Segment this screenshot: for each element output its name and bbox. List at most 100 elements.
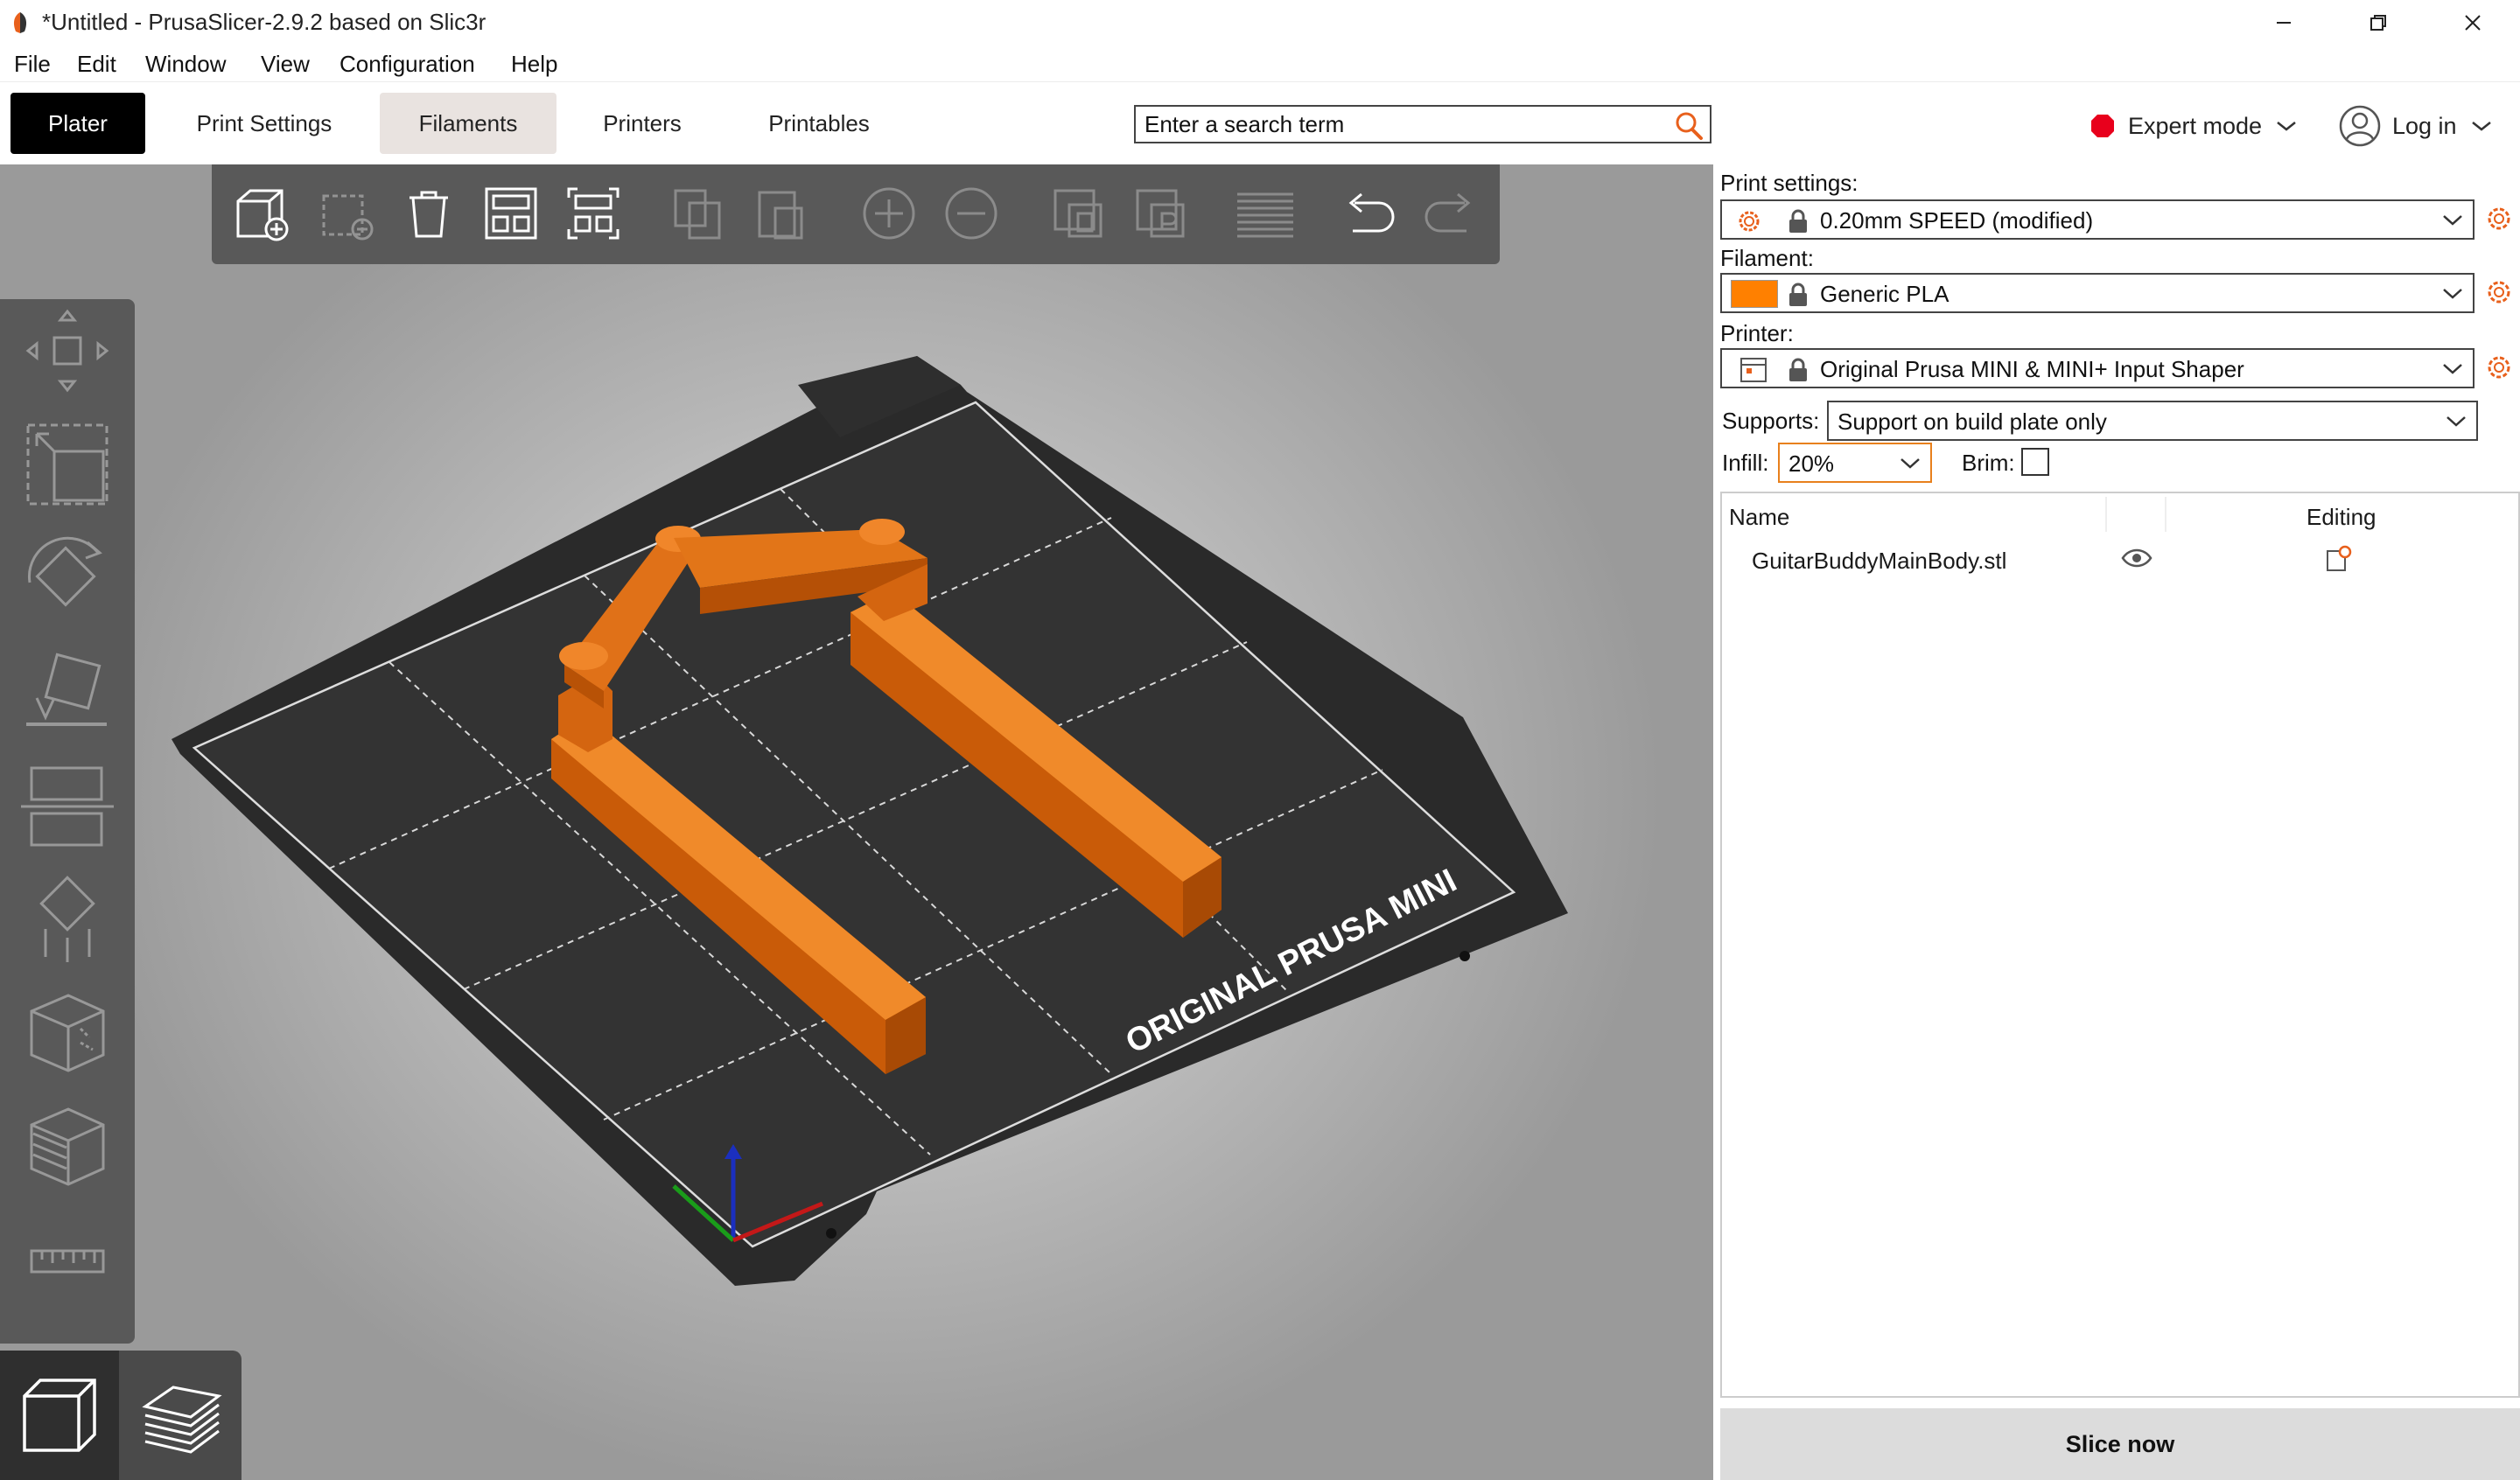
lock-icon	[1789, 209, 1807, 233]
add-instance-icon	[863, 187, 915, 240]
menu-configuration[interactable]: Configuration	[336, 51, 479, 78]
login-button[interactable]: Log in	[2338, 105, 2494, 147]
copy-icon	[674, 189, 721, 240]
delete-all-icon	[410, 191, 448, 238]
add-button[interactable]	[231, 182, 294, 245]
add-object-icon	[236, 189, 289, 241]
mode-selector[interactable]: Expert mode	[2090, 105, 2299, 147]
print-settings-label: Print settings:	[1720, 170, 1858, 196]
tab-plater[interactable]: Plater	[10, 93, 145, 154]
supports-label: Supports:	[1722, 408, 1820, 434]
delete-button[interactable]	[315, 182, 378, 245]
tab-printers[interactable]: Printers	[578, 93, 707, 154]
seam-paint-tool[interactable]	[19, 985, 116, 1081]
close-icon	[2465, 15, 2481, 31]
remove-instance-icon	[945, 187, 998, 240]
scale-icon	[26, 423, 108, 506]
arrange-selection-icon	[567, 187, 620, 240]
gear-icon[interactable]	[2483, 203, 2515, 234]
left-toolbar	[0, 299, 135, 1344]
menu-file[interactable]: File	[10, 51, 54, 78]
edit-settings-icon[interactable]	[2324, 544, 2354, 574]
measure-tool[interactable]	[19, 1212, 116, 1309]
print-bed[interactable]: ORIGINAL PRUSA MINI	[172, 356, 1568, 1286]
arrange-button[interactable]	[480, 182, 542, 245]
move-icon	[25, 309, 109, 393]
3d-view-icon	[23, 1379, 96, 1452]
eye-icon[interactable]	[2121, 546, 2152, 570]
add-instance-button[interactable]	[858, 182, 920, 245]
printer-value: Original Prusa MINI & MINI+ Input Shaper	[1820, 356, 2244, 382]
restore-icon	[2370, 15, 2386, 31]
3d-view-button[interactable]	[0, 1351, 119, 1480]
layers-editing-button[interactable]	[1234, 182, 1297, 245]
supports-paint-icon	[39, 876, 95, 962]
gear-icon[interactable]	[2483, 276, 2515, 308]
cut-icon	[21, 766, 114, 847]
arrange-icon	[485, 187, 537, 240]
expert-mode-icon	[2091, 115, 2114, 137]
tab-filaments[interactable]: Filaments	[380, 93, 556, 154]
supports-combo[interactable]: Support on build plate only	[1827, 401, 2478, 441]
preview-button[interactable]	[122, 1351, 242, 1480]
close-button[interactable]	[2429, 0, 2516, 45]
filament-color-swatch[interactable]	[1731, 280, 1778, 308]
restore-button[interactable]	[2334, 0, 2422, 45]
infill-value: 20%	[1788, 450, 1835, 477]
remove-instance-button[interactable]	[940, 182, 1003, 245]
seam-paint-icon	[30, 994, 105, 1072]
place-on-face-tool[interactable]	[19, 644, 116, 740]
menu-window[interactable]: Window	[142, 51, 229, 78]
scale-tool[interactable]	[19, 416, 116, 513]
3d-scene[interactable]: ORIGINAL PRUSA MINI	[0, 164, 1713, 1480]
search-input[interactable]	[1144, 110, 1652, 138]
search-box[interactable]	[1134, 105, 1712, 143]
print-settings-value: 0.20mm SPEED (modified)	[1820, 207, 2094, 234]
tab-print-settings[interactable]: Print Settings	[168, 93, 360, 154]
minimize-button[interactable]	[2240, 0, 2328, 45]
paste-button[interactable]	[749, 182, 812, 245]
rotate-tool[interactable]	[19, 530, 116, 626]
menu-bar: File Edit Window View Configuration Help	[0, 45, 2520, 82]
slice-now-button[interactable]: Slice now	[1720, 1408, 2520, 1480]
split-parts-button[interactable]	[1129, 182, 1192, 245]
infill-label: Infill:	[1722, 450, 1769, 476]
fuzzy-skin-tool[interactable]	[19, 1099, 116, 1195]
delete-icon	[322, 194, 374, 241]
print-settings-combo[interactable]: 0.20mm SPEED (modified)	[1720, 199, 2474, 240]
table-row[interactable]: GuitarBuddyMainBody.stl	[1722, 539, 2518, 581]
search-icon[interactable]	[1673, 110, 1704, 142]
column-header-name[interactable]: Name	[1729, 504, 1789, 531]
menu-edit[interactable]: Edit	[74, 51, 120, 78]
undo-icon	[1348, 192, 1395, 233]
split-objects-button[interactable]	[1046, 182, 1110, 245]
title-bar: *Untitled - PrusaSlicer-2.9.2 based on S…	[0, 0, 2520, 45]
supports-paint-tool[interactable]	[19, 871, 116, 967]
infill-combo[interactable]: 20%	[1778, 443, 1932, 483]
chevron-down-icon	[2277, 122, 2296, 131]
preview-layers-icon	[142, 1386, 222, 1454]
menu-help[interactable]: Help	[508, 51, 561, 78]
system-preset-icon	[1739, 211, 1760, 232]
fuzzy-skin-icon	[30, 1107, 105, 1186]
redo-button[interactable]	[1419, 182, 1482, 245]
delete-all-button[interactable]	[397, 182, 460, 245]
paste-icon	[758, 191, 803, 240]
filament-combo[interactable]: Generic PLA	[1720, 273, 2474, 313]
view-switch	[0, 1351, 242, 1480]
lock-icon	[1789, 283, 1807, 306]
move-tool[interactable]	[19, 303, 116, 399]
printer-combo[interactable]: Original Prusa MINI & MINI+ Input Shaper	[1720, 348, 2474, 388]
column-header-editing[interactable]: Editing	[2306, 504, 2376, 531]
brim-checkbox[interactable]	[2021, 448, 2049, 476]
arrange-selection-button[interactable]	[562, 182, 625, 245]
gear-icon[interactable]	[2483, 352, 2515, 383]
undo-button[interactable]	[1337, 182, 1400, 245]
brim-label: Brim:	[1962, 450, 2015, 476]
tab-printables[interactable]: Printables	[747, 93, 891, 154]
menu-view[interactable]: View	[257, 51, 313, 78]
cut-tool[interactable]	[19, 757, 116, 854]
copy-button[interactable]	[667, 182, 730, 245]
printer-label: Printer:	[1720, 320, 1794, 346]
top-toolbar	[212, 164, 1500, 264]
